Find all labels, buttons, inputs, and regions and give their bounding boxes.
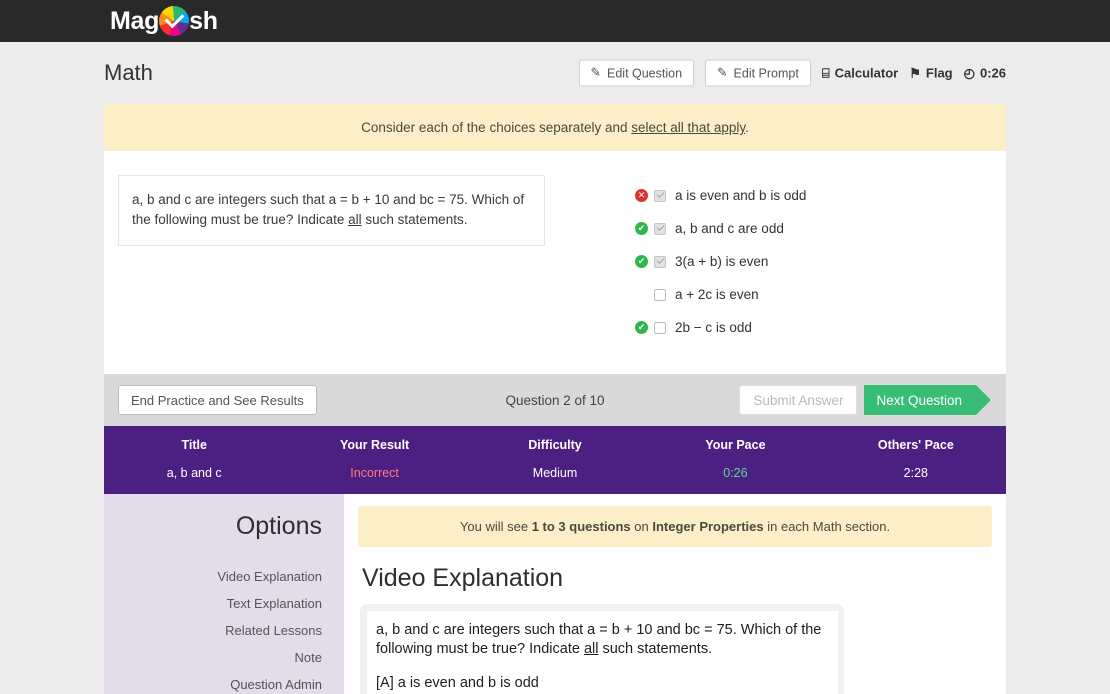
stat-value: 2:28 [826, 466, 1006, 480]
answer-choice[interactable]: ✔ 2b − c is odd [635, 311, 992, 344]
pencil-icon: ✎ [717, 67, 727, 80]
instruction-banner: Consider each of the choices separately … [104, 104, 1006, 151]
stat-value: a, b and c [104, 466, 284, 480]
slide-stem: a, b and c are integers such that a = b … [376, 621, 829, 658]
banner-link: select all that apply [631, 120, 745, 135]
slide-stem-emphasis: all [584, 641, 599, 657]
stat-column: Your Pace 0:26 [645, 438, 825, 480]
stat-header: Your Result [284, 438, 464, 452]
stat-header: Title [104, 438, 284, 452]
incorrect-icon: ✕ [635, 189, 652, 202]
frequency-notice: You will see 1 to 3 questions on Integer… [358, 506, 992, 547]
correct-icon: ✔ [635, 255, 652, 268]
video-player-frame[interactable]: a, b and c are integers such that a = b … [360, 604, 844, 694]
page-header: Math ✎ Edit Question ✎ Edit Prompt ⌸ Cal… [104, 42, 1006, 104]
slide-choice-a: [A] a is even and b is odd [376, 674, 829, 693]
flag-label: Flag [926, 66, 953, 81]
sidebar-item-text-explanation[interactable]: Text Explanation [104, 590, 322, 617]
notice-post: in each Math section. [764, 519, 890, 534]
stat-header: Your Pace [645, 438, 825, 452]
stem-emphasis: all [348, 212, 362, 227]
page-title: Math [104, 60, 153, 86]
explanation-section: Options Video ExplanationText Explanatio… [104, 494, 1006, 694]
video-slide: a, b and c are integers such that a = b … [367, 611, 838, 694]
clock-icon: ◴ [964, 67, 975, 80]
sidebar-item-related-lessons[interactable]: Related Lessons [104, 617, 322, 644]
answer-checkbox[interactable] [654, 223, 666, 235]
options-sidebar: Options Video ExplanationText Explanatio… [104, 494, 344, 694]
header-toolbar: ✎ Edit Question ✎ Edit Prompt ⌸ Calculat… [579, 60, 1006, 87]
timer-label: 0:26 [980, 66, 1006, 81]
question-card: Consider each of the choices separately … [104, 104, 1006, 494]
correct-icon: ✔ [635, 321, 652, 334]
calculator-button[interactable]: ⌸ Calculator [822, 66, 898, 81]
slide-stem-part2: such statements. [598, 641, 712, 657]
video-explanation-heading: Video Explanation [362, 564, 992, 593]
flag-icon: ⚑ [909, 67, 921, 80]
answer-choice[interactable]: ✔ 3(a + b) is even [635, 245, 992, 278]
magoosh-logo[interactable]: Mag sh [110, 6, 218, 36]
answer-choice[interactable]: a + 2c is even [635, 278, 992, 311]
banner-prefix: Consider each of the choices separately … [361, 120, 631, 135]
right-action-group: Submit Answer Next Question [739, 385, 992, 415]
question-stem: a, b and c are integers such that a = b … [118, 175, 545, 246]
stat-header: Difficulty [465, 438, 645, 452]
answer-choice-label: a + 2c is even [675, 287, 759, 302]
answer-choice-label: a is even and b is odd [675, 188, 806, 203]
stat-value: 0:26 [645, 466, 825, 480]
notice-mid: on [631, 519, 653, 534]
flag-button[interactable]: ⚑ Flag [909, 66, 952, 81]
answer-checkbox[interactable] [654, 289, 666, 301]
edit-prompt-button[interactable]: ✎ Edit Prompt [705, 60, 811, 87]
stat-column: Your Result Incorrect [284, 438, 464, 480]
logo-text-left: Mag [110, 7, 159, 36]
answer-choice-label: 3(a + b) is even [675, 254, 768, 269]
stem-text-part2: such statements. [362, 212, 468, 227]
stat-value: Incorrect [284, 466, 464, 480]
correct-icon: ✔ [635, 222, 652, 235]
stat-header: Others' Pace [826, 438, 1006, 452]
answer-choice-label: a, b and c are odd [675, 221, 784, 236]
edit-question-button[interactable]: ✎ Edit Question [579, 60, 695, 87]
banner-suffix: . [745, 120, 749, 135]
notice-question-count: 1 to 3 questions [532, 519, 631, 534]
answer-choice-list: ✕ a is even and b is odd ✔ a, b and c are o… [545, 175, 992, 344]
answer-choice[interactable]: ✔ a, b and c are odd [635, 212, 992, 245]
rainbow-check-circle-icon [159, 6, 189, 36]
pencil-icon: ✎ [591, 67, 601, 80]
answer-choice-label: 2b − c is odd [675, 320, 752, 335]
options-title: Options [104, 512, 322, 541]
edit-prompt-label: Edit Prompt [734, 66, 799, 80]
stats-bar: Title a, b and cYour Result IncorrectDiffi… [104, 426, 1006, 494]
submit-answer-button[interactable]: Submit Answer [739, 385, 857, 415]
top-navigation-bar: Mag sh [0, 0, 1110, 42]
sidebar-item-video-explanation[interactable]: Video Explanation [104, 563, 322, 590]
calculator-label: Calculator [835, 66, 899, 81]
answer-checkbox[interactable] [654, 190, 666, 202]
sidebar-item-list: Video ExplanationText ExplanationRelated… [104, 563, 322, 694]
sidebar-item-question-admin[interactable]: Question Admin [104, 671, 322, 694]
sidebar-item-note[interactable]: Note [104, 644, 322, 671]
stat-column: Others' Pace 2:28 [826, 438, 1006, 480]
end-practice-button[interactable]: End Practice and See Results [118, 385, 317, 415]
logo-text-right: sh [189, 7, 218, 36]
edit-question-label: Edit Question [607, 66, 682, 80]
explanation-content: You will see 1 to 3 questions on Integer… [344, 494, 1006, 694]
stat-column: Title a, b and c [104, 438, 284, 480]
question-body: a, b and c are integers such that a = b … [104, 151, 1006, 374]
notice-topic: Integer Properties [652, 519, 763, 534]
next-question-button[interactable]: Next Question [864, 385, 976, 415]
calculator-icon: ⌸ [822, 67, 830, 80]
notice-pre: You will see [460, 519, 532, 534]
answer-checkbox[interactable] [654, 256, 666, 268]
answer-checkbox[interactable] [654, 322, 666, 334]
timer: ◴ 0:26 [964, 66, 1006, 81]
answer-choice[interactable]: ✕ a is even and b is odd [635, 179, 992, 212]
stat-value: Medium [465, 466, 645, 480]
action-bar: End Practice and See Results Question 2 … [104, 374, 1006, 426]
stat-column: Difficulty Medium [465, 438, 645, 480]
